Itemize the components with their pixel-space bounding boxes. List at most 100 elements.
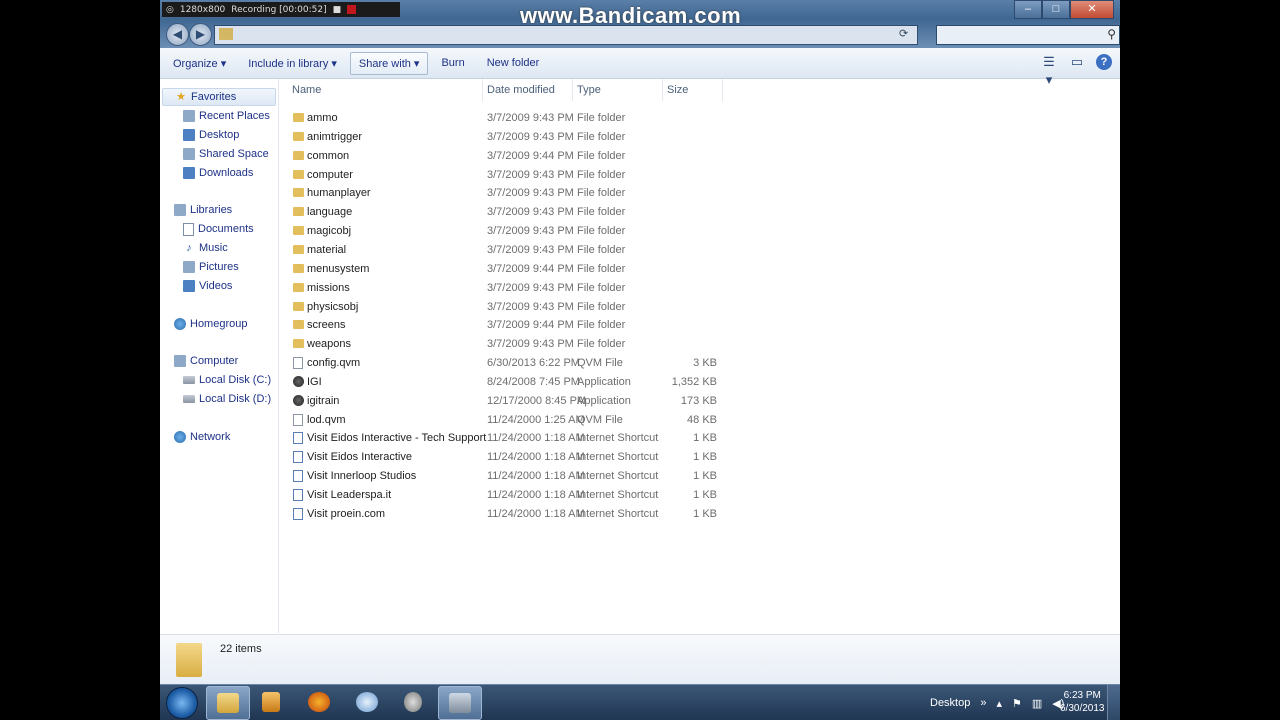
file-row[interactable]: magicobj 3/7/2009 9:43 PM File folder	[292, 222, 722, 241]
link-icon	[293, 432, 303, 445]
file-size: 1,352 KB	[671, 375, 717, 388]
file-row[interactable]: igitrain 12/17/2000 8:45 PM Application 173…	[292, 392, 722, 411]
column-header-type[interactable]: Type	[577, 84, 601, 98]
file-row[interactable]: Visit Eidos Interactive - Tech Support 11…	[292, 429, 722, 448]
flag-icon[interactable]: ⚑	[1012, 697, 1022, 710]
organize-button[interactable]: Organize ▾	[164, 52, 235, 75]
file-row[interactable]: config.qvm 6/30/2013 6:22 PM QVM File 3 KB	[292, 354, 722, 373]
new-folder-button[interactable]: New folder	[478, 52, 549, 74]
address-bar[interactable]: ⟳	[214, 25, 918, 45]
file-row[interactable]: animtrigger 3/7/2009 9:43 PM File folder	[292, 128, 722, 147]
file-row[interactable]: physicsobj 3/7/2009 9:43 PM File folder	[292, 298, 722, 317]
taskbar-firefox[interactable]	[298, 686, 340, 718]
folder-icon	[293, 188, 304, 198]
file-row[interactable]: Visit Eidos Interactive 11/24/2000 1:18 A…	[292, 448, 722, 467]
computer-icon	[174, 355, 186, 367]
camera-icon[interactable]: ■	[333, 5, 342, 15]
nav-item-local-disk-d[interactable]: Local Disk (D:)	[183, 390, 271, 408]
desktop-toolbar-label[interactable]: Desktop	[930, 697, 970, 709]
column-divider[interactable]	[572, 79, 573, 101]
nav-item-recent-places[interactable]: Recent Places	[183, 107, 270, 125]
link-icon	[293, 451, 303, 464]
record-stop-icon[interactable]	[347, 5, 357, 14]
file-row[interactable]: Visit Innerloop Studios 11/24/2000 1:18 A…	[292, 467, 722, 486]
clock[interactable]: 6:23 PM 6/30/2013	[1060, 689, 1105, 715]
file-row[interactable]: Visit proein.com 11/24/2000 1:18 AM Intern…	[292, 505, 722, 524]
show-hidden-icons-icon[interactable]: ▴	[996, 697, 1002, 710]
taskbar-app-tools[interactable]	[392, 686, 434, 718]
file-row[interactable]: humanplayer 3/7/2009 9:43 PM File folder	[292, 184, 722, 203]
file-row[interactable]: ammo 3/7/2009 9:43 PM File folder	[292, 109, 722, 128]
view-options-icon[interactable]: ☰ ▾	[1040, 53, 1058, 87]
file-type: Internet Shortcut	[577, 451, 659, 464]
show-desktop-button[interactable]	[1107, 685, 1120, 720]
taskbar-explorer[interactable]	[206, 686, 250, 720]
game-icon	[449, 693, 471, 713]
command-bar: Organize ▾ Include in library ▾ Share wi…	[160, 48, 1120, 87]
nav-item-downloads[interactable]: Downloads	[183, 164, 253, 182]
nav-item-local-disk-c[interactable]: Local Disk (C:)	[183, 371, 271, 389]
homegroup-icon	[174, 318, 186, 330]
folder-icon	[293, 282, 304, 292]
nav-libraries[interactable]: Libraries	[174, 201, 232, 219]
file-row[interactable]: missions 3/7/2009 9:43 PM File folder	[292, 279, 722, 298]
folder-icon	[293, 113, 304, 122]
nav-item-documents[interactable]: Documents	[183, 220, 254, 238]
file-type: File folder	[577, 206, 626, 219]
help-icon[interactable]: ?	[1096, 54, 1112, 70]
minimize-button[interactable]: –	[1014, 0, 1042, 19]
file-row[interactable]: menusystem 3/7/2009 9:44 PM File folder	[292, 260, 722, 279]
refresh-icon[interactable]: ⟳	[899, 27, 915, 43]
file-row[interactable]: computer 3/7/2009 9:43 PM File folder	[292, 166, 722, 185]
include-in-library-button[interactable]: Include in library ▾	[239, 52, 346, 75]
nav-homegroup[interactable]: Homegroup	[174, 315, 247, 333]
file-row[interactable]: material 3/7/2009 9:43 PM File folder	[292, 241, 722, 260]
start-button[interactable]	[166, 687, 198, 719]
forward-button[interactable]: ▶	[189, 23, 212, 46]
taskbar-media-player[interactable]	[250, 686, 292, 718]
folder-icon	[293, 244, 304, 254]
taskbar-itunes[interactable]	[346, 686, 388, 718]
column-header-size[interactable]: Size	[667, 84, 688, 98]
nav-computer[interactable]: Computer	[174, 352, 238, 370]
nav-network[interactable]: Network	[174, 428, 230, 446]
file-row[interactable]: common 3/7/2009 9:44 PM File folder	[292, 147, 722, 166]
link-icon	[293, 507, 303, 520]
nav-item-pictures[interactable]: Pictures	[183, 258, 239, 276]
file-row[interactable]: IGI 8/24/2008 7:45 PM Application 1,352 KB	[292, 373, 722, 392]
file-date: 3/7/2009 9:43 PM	[487, 300, 574, 313]
column-header-name[interactable]: Name	[292, 84, 321, 98]
file-type: File folder	[577, 149, 626, 162]
column-divider[interactable]	[482, 79, 483, 101]
chevron-right-icon[interactable]: »	[980, 697, 986, 709]
file-type: Application	[577, 375, 631, 388]
folder-icon	[293, 320, 304, 330]
share-with-button[interactable]: Share with ▾	[349, 51, 429, 75]
file-row[interactable]: lod.qvm 11/24/2000 1:25 AM QVM File 48 KB	[292, 411, 722, 430]
file-row[interactable]: language 3/7/2009 9:43 PM File folder	[292, 203, 722, 222]
search-input[interactable]: ⚲	[936, 25, 1120, 45]
taskbar-game[interactable]	[438, 686, 482, 720]
network-icon[interactable]: ▥	[1032, 697, 1042, 710]
nav-favorites[interactable]: ★ Favorites	[162, 88, 276, 106]
column-header-date[interactable]: Date modified	[487, 84, 555, 98]
nav-item-desktop[interactable]: Desktop	[183, 126, 239, 144]
burn-button[interactable]: Burn	[432, 52, 473, 74]
folder-icon	[293, 339, 304, 349]
maximize-button[interactable]: □	[1042, 0, 1070, 19]
back-button[interactable]: ◀	[166, 23, 189, 46]
close-button[interactable]: ✕	[1070, 0, 1114, 19]
file-date: 3/7/2009 9:44 PM	[487, 262, 574, 275]
file-name: config.qvm	[307, 357, 361, 370]
column-divider[interactable]	[722, 79, 723, 101]
column-divider[interactable]	[662, 79, 663, 101]
preview-pane-icon[interactable]: ▭	[1068, 53, 1086, 71]
file-row[interactable]: screens 3/7/2009 9:44 PM File folder	[292, 316, 722, 335]
file-date: 3/7/2009 9:43 PM	[487, 187, 574, 200]
file-type: File folder	[577, 319, 626, 332]
file-row[interactable]: Visit Leaderspa.it 11/24/2000 1:18 AM Inte…	[292, 486, 722, 505]
nav-item-music[interactable]: ♪ Music	[183, 239, 227, 257]
nav-item-shared-space[interactable]: Shared Space	[183, 145, 269, 163]
nav-item-videos[interactable]: Videos	[183, 277, 232, 295]
file-row[interactable]: weapons 3/7/2009 9:43 PM File folder	[292, 335, 722, 354]
